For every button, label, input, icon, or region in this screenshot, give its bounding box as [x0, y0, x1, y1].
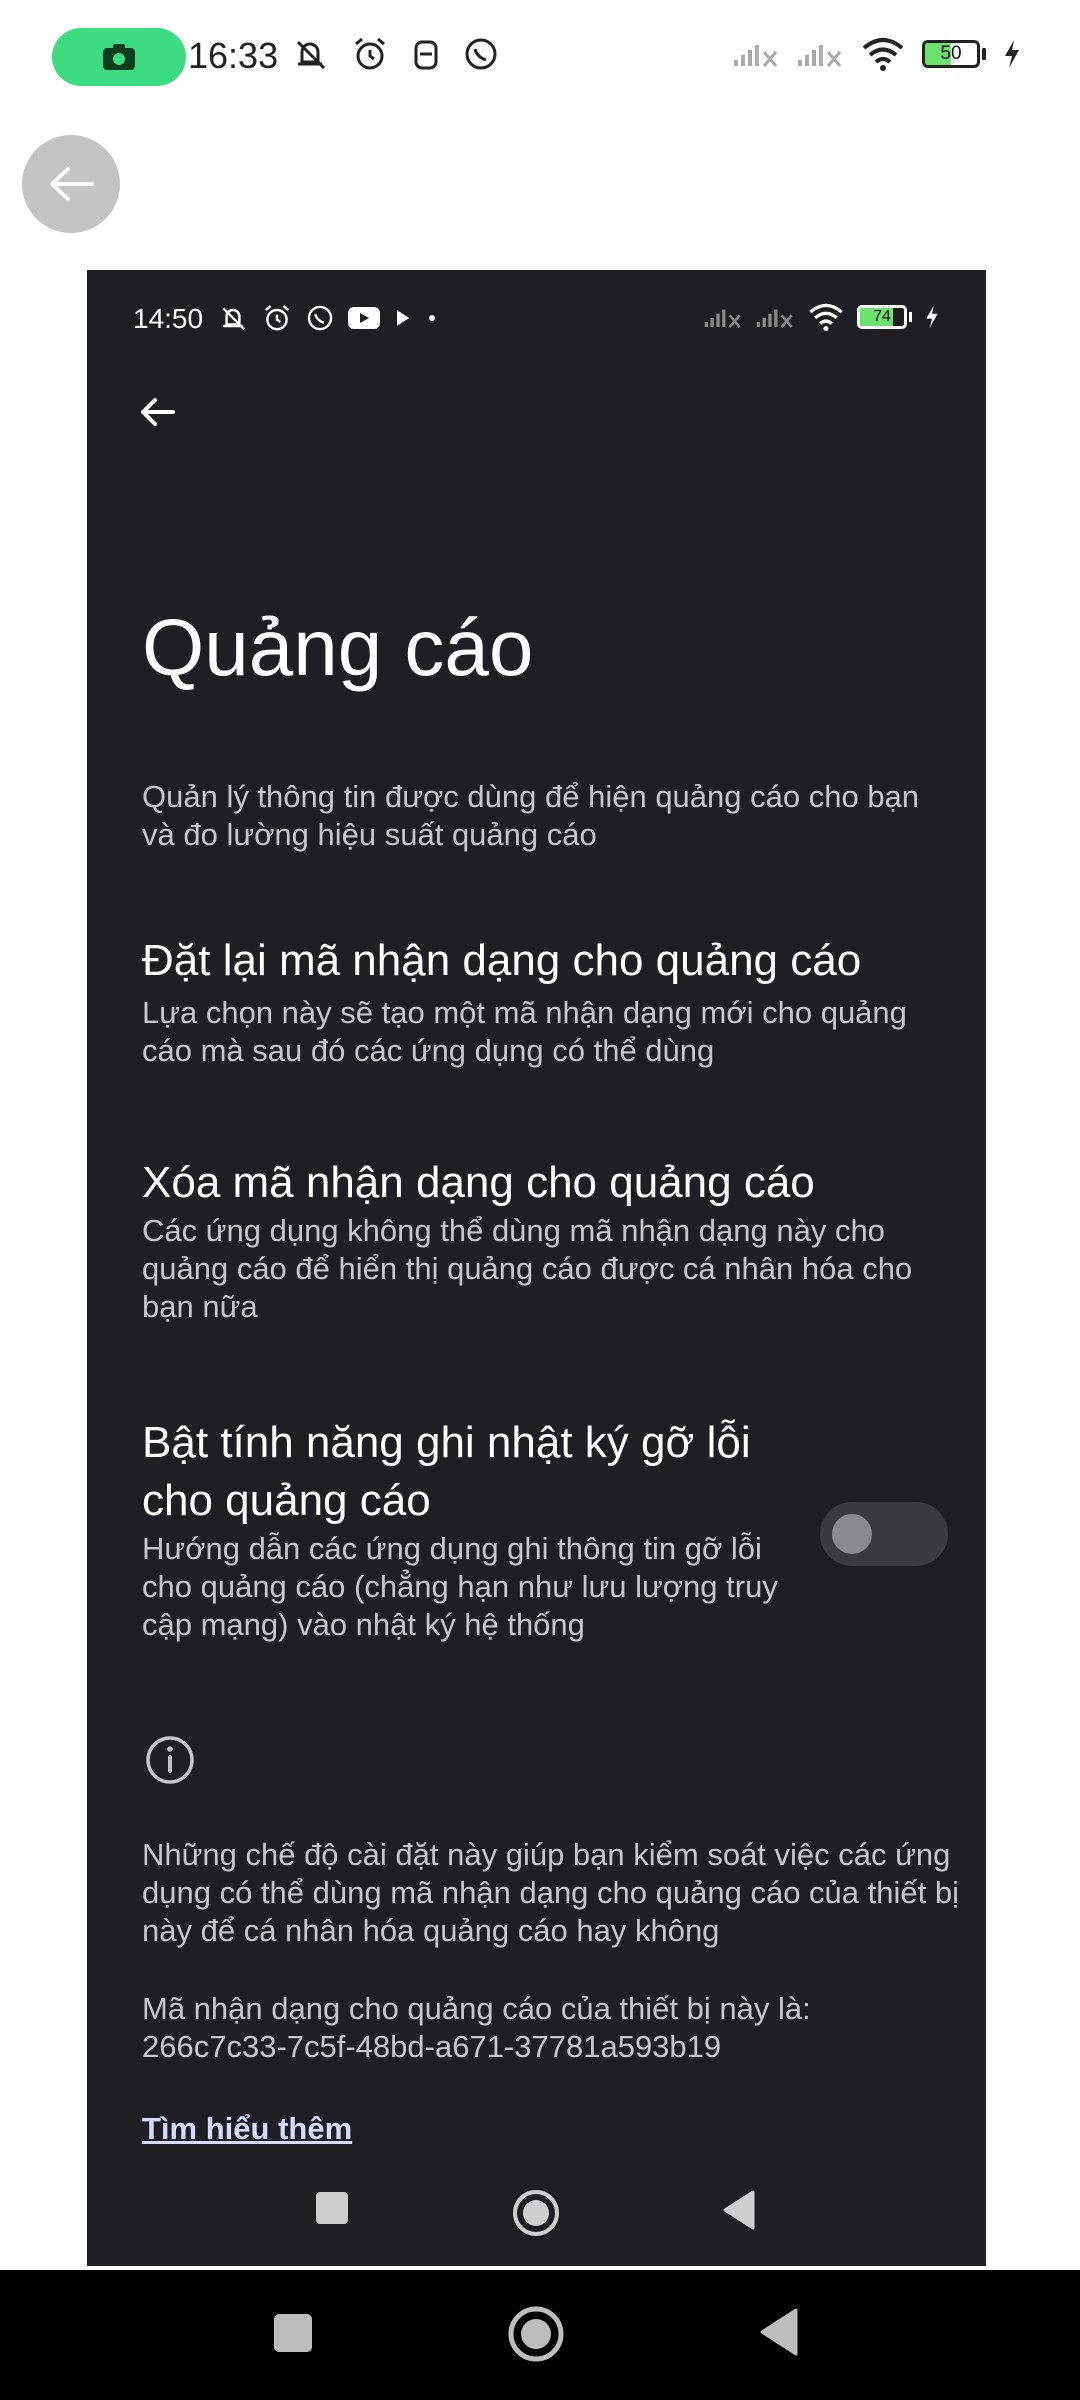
item-title: Bật tính năng ghi nhật ký gỡ lỗi cho quả… [142, 1418, 751, 1525]
info-icon [146, 1736, 194, 1784]
back-nav-button[interactable] [756, 2306, 802, 2363]
triangle-back-icon [760, 2308, 798, 2356]
item-title: Đặt lại mã nhận dạng cho quảng cáo [142, 936, 862, 985]
battery-icon: 74 [857, 305, 912, 329]
recents-button[interactable] [270, 2310, 316, 2361]
delete-ad-id-item[interactable]: Xóa mã nhận dạng cho quảng cáo Các ứng d… [142, 1154, 942, 1326]
device-ad-id-value: 266c7c33-7c5f-48bd-a671-37781a593b19 [142, 2029, 722, 2064]
inner-back-nav-button[interactable] [719, 2188, 759, 2237]
home-button[interactable] [506, 2304, 566, 2369]
square-icon [274, 2314, 312, 2352]
wifi-icon [809, 303, 843, 332]
inner-screen: 14:50 74 Quảng cáo Quản lý thông tin đượ… [87, 270, 986, 2266]
battery-level: 74 [873, 308, 891, 325]
triangle-back-icon [723, 2190, 755, 2230]
item-description: Hướng dẫn các ứng dụng ghi thông tin gỡ … [142, 1531, 778, 1642]
whatsapp-icon [465, 38, 497, 70]
page-subtitle: Quản lý thông tin được dùng để hiện quản… [142, 779, 920, 852]
camera-icon [103, 44, 135, 70]
dot-icon [429, 315, 435, 321]
youtube-icon [348, 307, 380, 329]
toggle-knob [832, 1514, 872, 1554]
charging-icon [926, 305, 938, 329]
inner-system-icons: 74 [703, 302, 940, 332]
inner-navigation-bar [87, 2170, 986, 2266]
cup-icon [414, 40, 438, 70]
circle-icon [513, 2190, 559, 2236]
battery-icon: 50 [922, 40, 986, 68]
back-button[interactable] [127, 382, 187, 442]
battery-level: 50 [940, 43, 962, 64]
item-description: Các ứng dụng không thể dùng mã nhận dạng… [142, 1213, 913, 1324]
screen: 16:33 50 14:50 74 Quảng cáo Quản lý thôn… [0, 0, 1080, 2400]
outer-clock: 16:33 [188, 35, 279, 76]
alarm-icon [355, 37, 385, 70]
bell-off-icon [222, 307, 246, 331]
item-title: Xóa mã nhận dạng cho quảng cáo [142, 1158, 815, 1207]
arrow-left-icon [50, 167, 94, 201]
inner-home-button[interactable] [511, 2188, 561, 2243]
inner-status-bar: 14:50 74 [87, 270, 986, 366]
signal-x-icon [704, 309, 741, 328]
outer-status-bar: 16:33 50 [0, 0, 1080, 116]
charging-icon [1005, 40, 1019, 68]
signal-x-icon [734, 45, 778, 67]
device-ad-id-label: Mã nhận dạng cho quảng cáo của thiết bị … [142, 1991, 811, 2026]
info-text: Những chế độ cài đặt này giúp bạn kiểm s… [142, 1837, 959, 1948]
inner-notification-icons [217, 302, 439, 334]
outer-notification-icons [290, 34, 500, 74]
outer-system-icons: 50 [732, 36, 1022, 72]
ad-debug-logging-toggle[interactable] [820, 1502, 948, 1566]
page-title: Quảng cáo [142, 603, 534, 692]
ad-debug-logging-item[interactable]: Bật tính năng ghi nhật ký gỡ lỗi cho quả… [142, 1414, 802, 1644]
item-description: Lựa chọn này sẽ tạo một mã nhận dạng mới… [142, 995, 907, 1068]
learn-more-link[interactable]: Tìm hiểu thêm [142, 2110, 352, 2148]
arrow-left-icon [141, 398, 175, 426]
square-icon [316, 2192, 348, 2224]
alarm-icon [265, 305, 289, 331]
screen-recording-pill[interactable] [52, 28, 186, 86]
signal-x-icon [798, 45, 842, 67]
bell-off-icon [296, 40, 326, 70]
circle-icon [508, 2306, 564, 2362]
whatsapp-icon [307, 305, 333, 331]
reset-ad-id-item[interactable]: Đặt lại mã nhận dạng cho quảng cáo Lựa c… [142, 932, 942, 1070]
wifi-icon [862, 38, 904, 71]
device-ad-id: Mã nhận dạng cho quảng cáo của thiết bị … [142, 1990, 962, 2066]
inner-clock: 14:50 [133, 303, 204, 334]
play-icon [397, 310, 409, 326]
outer-navigation-bar [0, 2270, 1080, 2400]
floating-back-button[interactable] [22, 135, 120, 233]
signal-x-icon [756, 309, 793, 328]
inner-recents-button[interactable] [312, 2188, 352, 2233]
